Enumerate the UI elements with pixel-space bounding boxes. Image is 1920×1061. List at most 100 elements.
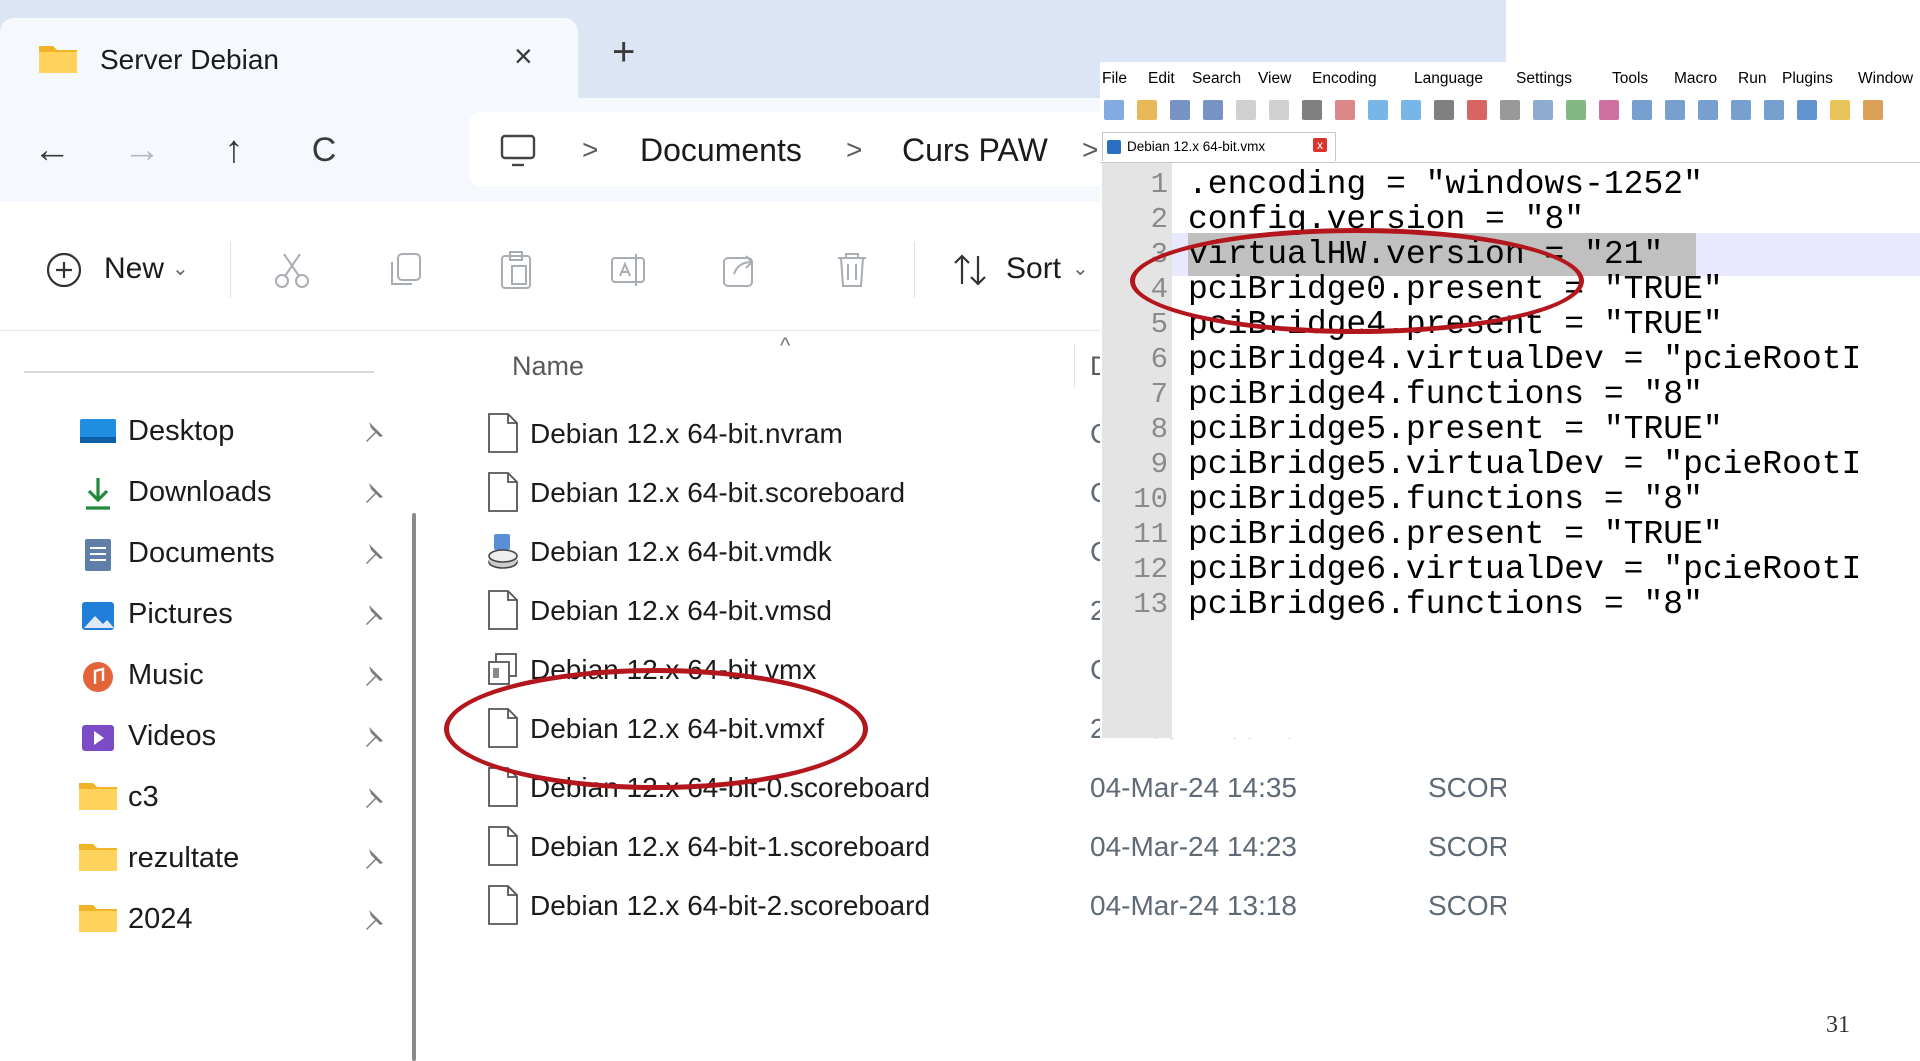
- toolbar-button-icon[interactable]: [1863, 100, 1883, 120]
- menu-edit[interactable]: Edit: [1148, 70, 1175, 88]
- toolbar-button-icon[interactable]: [1632, 100, 1652, 120]
- pin-icon[interactable]: [360, 419, 386, 445]
- npp-tab-label: Debian 12.x 64-bit.vmx: [1127, 139, 1266, 154]
- file-icon: [486, 825, 520, 867]
- menu-view[interactable]: View: [1258, 70, 1291, 88]
- pin-icon[interactable]: [360, 907, 386, 933]
- toolbar-button-icon[interactable]: [1170, 100, 1190, 120]
- toolbar-button-icon[interactable]: [1269, 100, 1289, 120]
- toolbar-button-icon[interactable]: [1467, 100, 1487, 120]
- menu-window[interactable]: Window: [1858, 70, 1913, 88]
- toolbar-button-icon[interactable]: [1830, 100, 1850, 120]
- toolbar-button-icon[interactable]: [1401, 100, 1421, 120]
- menu-encoding[interactable]: Encoding: [1312, 70, 1377, 88]
- cut-icon[interactable]: [270, 248, 314, 292]
- toolbar-button-icon[interactable]: [1665, 100, 1685, 120]
- file-icon: [486, 884, 520, 926]
- breadcrumb-documents[interactable]: Documents: [640, 132, 802, 169]
- file-icon: [486, 412, 520, 454]
- folder-icon: [78, 840, 118, 880]
- toolbar-button-icon[interactable]: [1566, 100, 1586, 120]
- toolbar-button-icon[interactable]: [1203, 100, 1223, 120]
- navigation-pane: Desktop Downloads Documents Pictures Music Vi…: [0, 331, 430, 1061]
- toolbar-button-icon[interactable]: [1599, 100, 1619, 120]
- breadcrumb-separator: >: [582, 134, 599, 165]
- file-type: SCORE: [1428, 772, 1506, 803]
- sidebar-item-label: Pictures: [128, 598, 233, 630]
- column-divider[interactable]: [1074, 345, 1075, 387]
- menu-plugins[interactable]: Plugins: [1782, 70, 1833, 88]
- toolbar-button-icon[interactable]: [1236, 100, 1256, 120]
- forward-arrow-icon[interactable]: →: [112, 122, 172, 178]
- menu-macro[interactable]: Macro: [1674, 70, 1717, 88]
- computer-icon: [500, 134, 536, 167]
- download-icon: [78, 474, 118, 514]
- file-date-modified: 04-Mar-24 14:23: [1090, 831, 1298, 862]
- delete-icon[interactable]: [830, 248, 874, 292]
- menu-run[interactable]: Run: [1738, 70, 1766, 88]
- folder-icon: [78, 901, 118, 941]
- menu-file[interactable]: File: [1102, 70, 1127, 88]
- new-tab-button[interactable]: +: [612, 32, 635, 72]
- page-number: 31: [1826, 1012, 1850, 1038]
- toolbar-button-icon[interactable]: [1533, 100, 1553, 120]
- toolbar-button-icon[interactable]: [1302, 100, 1322, 120]
- nav-pane-divider: [24, 371, 374, 373]
- pin-icon[interactable]: [360, 663, 386, 689]
- toolbar-divider: [914, 242, 915, 298]
- npp-tab-vmx[interactable]: Debian 12.x 64-bit.vmx x: [1102, 132, 1336, 161]
- toolbar-button-icon[interactable]: [1731, 100, 1751, 120]
- breadcrumb-curs-paw[interactable]: Curs PAW: [902, 132, 1048, 169]
- refresh-icon[interactable]: C: [294, 122, 354, 178]
- share-icon[interactable]: [718, 248, 762, 292]
- toolbar-button-icon[interactable]: [1335, 100, 1355, 120]
- document-icon: [78, 535, 118, 575]
- file-name: Debian 12.x 64-bit.vmsd: [530, 595, 832, 626]
- menu-tools[interactable]: Tools: [1612, 70, 1648, 88]
- pin-icon[interactable]: [360, 480, 386, 506]
- tab-server-debian[interactable]: Server Debian ×: [0, 18, 578, 98]
- notepad-plus-plus-window: File Edit Search View Encoding Language Settin…: [1100, 62, 1920, 738]
- folder-icon: [39, 46, 77, 73]
- menu-language[interactable]: Language: [1414, 70, 1483, 88]
- file-row[interactable]: Debian 12.x 64-bit-2.scoreboard 04-Mar-24…: [432, 870, 1506, 942]
- up-arrow-icon[interactable]: ↑: [204, 122, 264, 178]
- nav-pane-scrollbar[interactable]: [412, 513, 416, 1061]
- toolbar-button-icon[interactable]: [1104, 100, 1124, 120]
- chevron-down-icon: ⌄: [1072, 258, 1089, 280]
- close-icon[interactable]: x: [1313, 138, 1327, 152]
- back-arrow-icon[interactable]: ←: [22, 122, 82, 178]
- sidebar-item-label: Desktop: [128, 415, 235, 447]
- disk-icon: [486, 530, 520, 572]
- toolbar-button-icon[interactable]: [1137, 100, 1157, 120]
- toolbar-button-icon[interactable]: [1797, 100, 1817, 120]
- sort-ascending-icon: ^: [780, 333, 791, 358]
- toolbar-button-icon[interactable]: [1500, 100, 1520, 120]
- file-date-modified: 04-Mar-24 13:18: [1090, 890, 1298, 921]
- rename-icon[interactable]: [606, 248, 650, 292]
- picture-icon: [78, 596, 118, 636]
- close-tab-icon[interactable]: ×: [514, 38, 533, 75]
- column-header-name[interactable]: Name: [512, 351, 584, 382]
- sidebar-item-label: Videos: [128, 720, 217, 752]
- toolbar-button-icon[interactable]: [1434, 100, 1454, 120]
- menu-search[interactable]: Search: [1192, 70, 1241, 88]
- annotation-ellipse-vmx-file: [444, 668, 868, 790]
- file-name: Debian 12.x 64-bit-1.scoreboard: [530, 831, 931, 862]
- toolbar-button-icon[interactable]: [1764, 100, 1784, 120]
- toolbar-button-icon[interactable]: [1698, 100, 1718, 120]
- pin-icon[interactable]: [360, 541, 386, 567]
- toolbar-divider: [230, 242, 231, 298]
- copy-icon[interactable]: [384, 248, 428, 292]
- pin-icon[interactable]: [360, 724, 386, 750]
- tab-title: Server Debian: [100, 44, 279, 75]
- sidebar-item-2024[interactable]: 2024: [0, 885, 400, 959]
- menu-settings[interactable]: Settings: [1516, 70, 1572, 88]
- paste-icon[interactable]: [494, 248, 538, 292]
- new-label: New: [104, 252, 165, 285]
- pin-icon[interactable]: [360, 785, 386, 811]
- toolbar-button-icon[interactable]: [1368, 100, 1388, 120]
- sidebar-item-label: Documents: [128, 537, 275, 569]
- pin-icon[interactable]: [360, 846, 386, 872]
- pin-icon[interactable]: [360, 602, 386, 628]
